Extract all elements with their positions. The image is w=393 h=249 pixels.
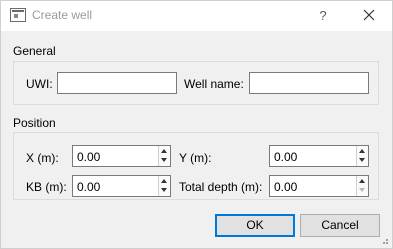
kb-spin-up-icon[interactable] xyxy=(159,176,170,186)
total-depth-value: 0.00 xyxy=(274,180,298,194)
x-spinbox[interactable]: 0.00 xyxy=(72,145,171,167)
total-depth-spin-down-icon[interactable] xyxy=(357,186,368,196)
kb-label: KB (m): xyxy=(26,180,67,194)
uwi-label: UWI: xyxy=(26,77,53,91)
title-bar[interactable]: Create well ? xyxy=(1,1,392,31)
cancel-button[interactable]: Cancel xyxy=(300,214,380,237)
resize-grip-icon[interactable] xyxy=(379,235,389,245)
kb-spin-arrows xyxy=(158,176,170,196)
x-value: 0.00 xyxy=(77,150,101,164)
help-button[interactable]: ? xyxy=(313,6,333,26)
total-depth-spin-arrows xyxy=(356,176,368,196)
y-value: 0.00 xyxy=(274,150,298,164)
x-spin-up-icon[interactable] xyxy=(159,146,170,156)
total-depth-spin-up-icon[interactable] xyxy=(357,176,368,186)
y-spinbox[interactable]: 0.00 xyxy=(269,145,369,167)
window-title: Create well xyxy=(32,8,93,22)
general-group: UWI: Well name: xyxy=(13,61,379,105)
y-label: Y (m): xyxy=(179,151,212,165)
well-name-label: Well name: xyxy=(184,77,244,91)
x-spin-arrows xyxy=(158,146,170,166)
well-name-input[interactable] xyxy=(249,72,369,94)
position-section-title: Position xyxy=(13,116,56,130)
position-group: X (m): 0.00 Y (m): 0.00 KB (m): 0.00 Tot… xyxy=(13,132,379,200)
uwi-input[interactable] xyxy=(57,72,177,94)
total-depth-spinbox[interactable]: 0.00 xyxy=(269,175,369,197)
close-button[interactable] xyxy=(358,6,380,26)
y-spin-arrows xyxy=(356,146,368,166)
window-icon xyxy=(10,8,26,22)
y-spin-up-icon[interactable] xyxy=(357,146,368,156)
x-label: X (m): xyxy=(26,151,59,165)
kb-value: 0.00 xyxy=(77,180,101,194)
y-spin-down-icon[interactable] xyxy=(357,156,368,166)
close-icon xyxy=(363,9,375,21)
create-well-dialog: Create well ? General UWI: Well name: Po… xyxy=(0,0,393,249)
total-depth-label: Total depth (m): xyxy=(179,180,263,194)
kb-spin-down-icon[interactable] xyxy=(159,186,170,196)
x-spin-down-icon[interactable] xyxy=(159,156,170,166)
general-section-title: General xyxy=(13,44,56,58)
ok-button[interactable]: OK xyxy=(215,214,295,237)
kb-spinbox[interactable]: 0.00 xyxy=(72,175,171,197)
